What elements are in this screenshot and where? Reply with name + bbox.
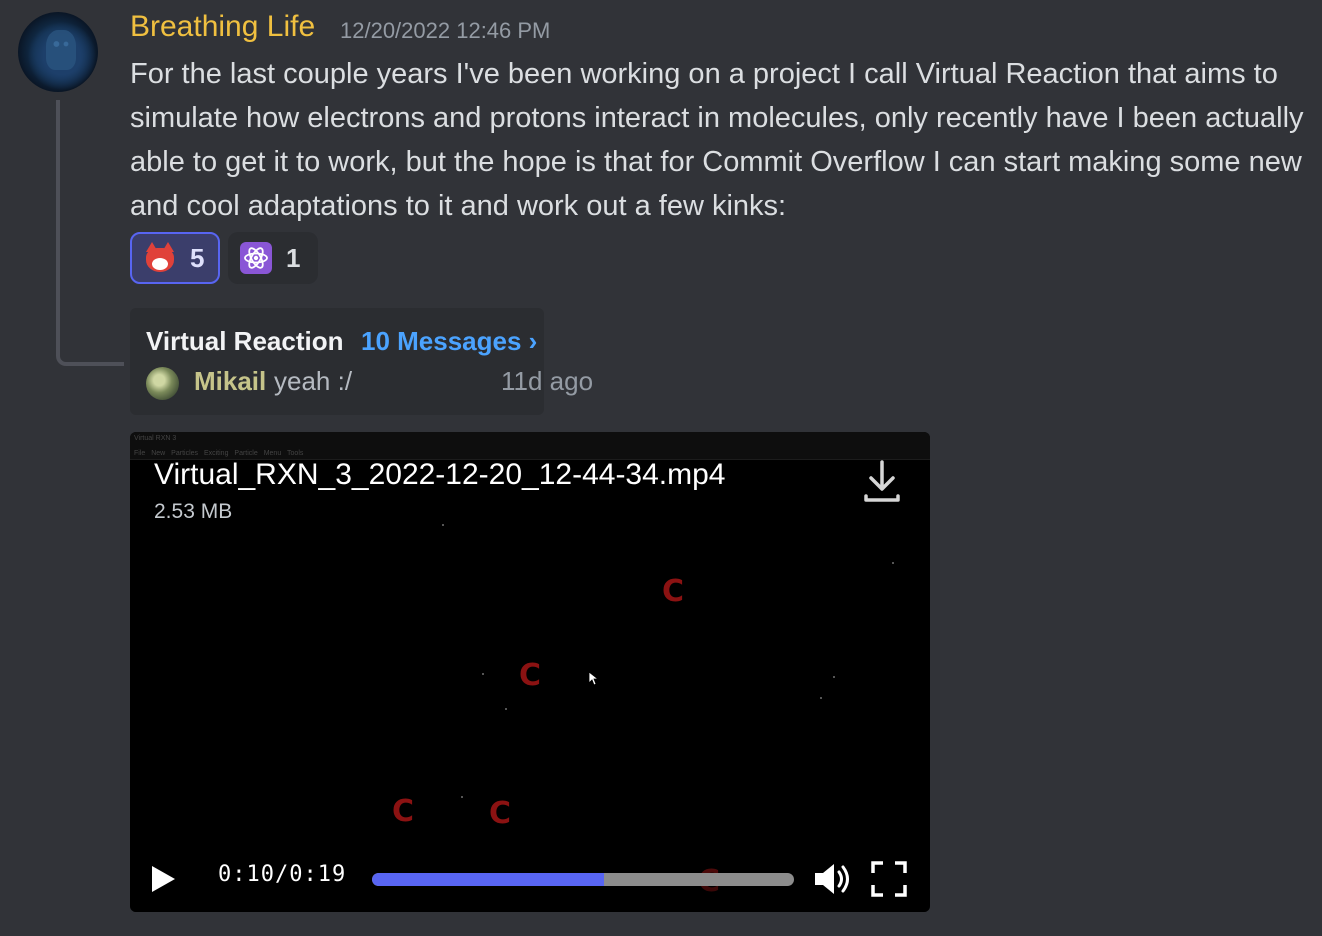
particle-dot <box>833 676 835 678</box>
thread-preview-card[interactable]: Virtual Reaction 10 Messages › Mikail ye… <box>130 308 593 415</box>
particle-label: C <box>662 574 685 609</box>
video-progress-fill <box>372 873 605 886</box>
recorded-window-menu: File New Particles Exciting Particle Men… <box>134 450 304 457</box>
particle-dot <box>505 708 507 710</box>
reaction-atom[interactable]: 1 <box>228 232 318 284</box>
particle-dot <box>482 673 484 675</box>
message-content: For the last couple years I've been work… <box>130 58 1304 222</box>
video-duration: 0:19 <box>289 862 347 887</box>
video-time-display: 0:10/0:19 <box>218 862 346 887</box>
video-current-time: 0:10 <box>218 862 275 887</box>
thread-name: Virtual Reaction <box>146 326 344 356</box>
thread-last-author: Mikail <box>194 366 267 396</box>
thread-last-message: yeah :/ <box>274 366 353 396</box>
message-timestamp: 12/20/2022 12:46 PM <box>340 18 551 43</box>
attachment-filesize: 2.53 MB <box>154 500 233 523</box>
video-progress-bar[interactable] <box>372 873 794 886</box>
atom-emoji-icon <box>240 242 272 274</box>
particle-dot <box>461 796 463 798</box>
thread-message-count-link[interactable]: 10 Messages › <box>361 326 537 357</box>
thread-last-time: 11d ago <box>501 366 594 396</box>
thread-last-author-avatar <box>146 367 179 400</box>
volume-icon[interactable] <box>812 860 854 898</box>
particle-label: C <box>519 658 542 693</box>
reaction-count: 5 <box>190 242 205 273</box>
play-icon[interactable] <box>148 864 178 894</box>
particle-label: C <box>489 796 512 831</box>
particle-dot <box>442 524 444 526</box>
particle-label: C <box>392 794 415 829</box>
recorded-window-title: Virtual RXN 3 <box>134 435 177 442</box>
attachment-filename: Virtual_RXN_3_2022-12-20_12-44-34.mp4 <box>154 458 726 491</box>
mouse-cursor-icon <box>589 672 599 686</box>
avatar-wolf-art <box>46 30 76 70</box>
download-icon[interactable] <box>860 458 904 506</box>
video-time-separator: / <box>274 862 290 887</box>
fox-face-emoji-icon <box>144 242 176 274</box>
reaction-fox[interactable]: 5 <box>130 232 220 284</box>
author-avatar[interactable] <box>18 12 98 92</box>
message-author[interactable]: Breathing Life <box>130 10 315 44</box>
thread-connector-line <box>56 100 124 366</box>
video-attachment[interactable]: Virtual RXN 3 File New Particles Excitin… <box>130 432 930 912</box>
particle-dot <box>892 562 894 564</box>
recorded-window-titlebar: Virtual RXN 3 File New Particles Excitin… <box>130 432 930 460</box>
fullscreen-icon[interactable] <box>870 860 908 898</box>
reaction-count: 1 <box>286 242 301 273</box>
video-controls-bar: 0:10/0:19 <box>130 846 930 912</box>
particle-dot <box>820 697 822 699</box>
